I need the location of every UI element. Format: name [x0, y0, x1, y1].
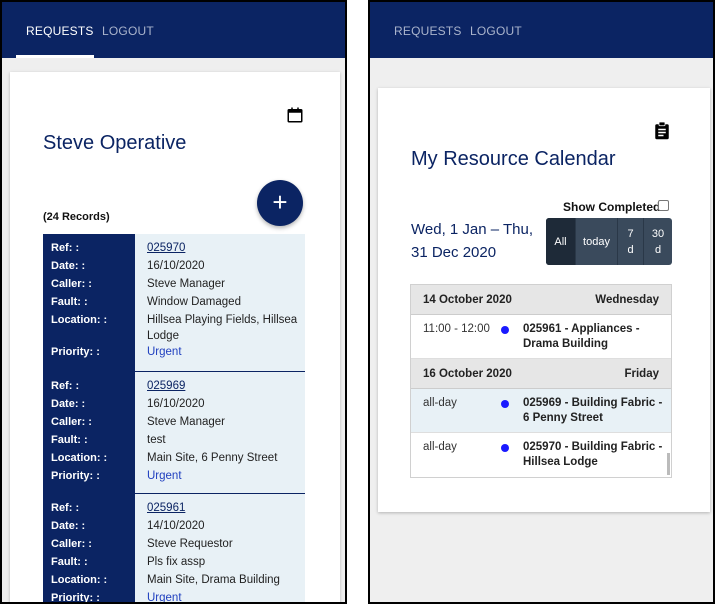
show-completed-label: Show Completed [563, 200, 661, 214]
calendar-event[interactable]: all-day 025970 - Building Fabric - Hills… [411, 433, 671, 477]
fault-label: Fault: : [51, 434, 88, 446]
day-header: 16 October 2020 Friday [411, 359, 671, 389]
fault-value: test [147, 434, 166, 446]
event-time: all-day [423, 441, 457, 453]
date-value: 16/10/2020 [147, 260, 205, 272]
ref-label: Ref: : [51, 242, 80, 254]
location-value: Hillsea Playing Fields, Hillsea Lodge [147, 314, 298, 342]
location-label: Location: : [51, 574, 108, 586]
ref-link[interactable]: 025970 [147, 242, 185, 254]
fault-value: Window Damaged [147, 296, 241, 308]
calendar-list: 14 October 2020 Wednesday 11:00 - 12:00 … [410, 284, 672, 478]
scrollbar[interactable] [667, 453, 670, 475]
caller-value: Steve Manager [147, 278, 225, 290]
requests-screen: REQUESTS LOGOUT Steve Operative + (24 Re… [0, 0, 347, 604]
caller-label: Caller: : [51, 538, 92, 550]
page-title: My Resource Calendar [411, 148, 616, 170]
location-value: Main Site, Drama Building [147, 574, 280, 586]
location-label: Location: : [51, 314, 108, 326]
request-record: Ref: : Date: : Caller: : Fault: : Locati… [43, 234, 305, 372]
view-selector: All today 7 d 30 d [546, 218, 672, 265]
day-date: 16 October 2020 [423, 367, 512, 380]
ref-label: Ref: : [51, 502, 80, 514]
calendar-icon[interactable] [286, 106, 304, 129]
add-request-button[interactable]: + [257, 180, 303, 226]
event-time: 11:00 - 12:00 [423, 323, 490, 335]
view-today-button[interactable]: today [576, 218, 618, 265]
event-title: 025970 - Building Fabric - Hillsea Lodge [523, 441, 663, 468]
priority-value: Urgent [147, 470, 182, 482]
tab-requests[interactable]: REQUESTS [26, 2, 94, 58]
tab-requests[interactable]: REQUESTS [394, 2, 462, 58]
date-value: 14/10/2020 [147, 520, 205, 532]
event-title: 025961 - Appliances - Drama Building [523, 323, 640, 350]
records-count: (24 Records) [43, 211, 110, 223]
top-nav-bar: REQUESTS LOGOUT [370, 2, 713, 58]
ref-link[interactable]: 025961 [147, 502, 185, 514]
caller-label: Caller: : [51, 278, 92, 290]
priority-label: Priority: : [51, 592, 100, 604]
request-record: Ref: : Date: : Caller: : Fault: : Locati… [43, 494, 305, 604]
event-title: 025969 - Building Fabric - 6 Penny Stree… [523, 397, 663, 424]
day-weekday: Friday [624, 367, 659, 380]
view-7d-button[interactable]: 7 d [618, 218, 644, 265]
active-tab-indicator [16, 55, 94, 58]
location-value: Main Site, 6 Penny Street [147, 452, 278, 464]
event-dot-icon [501, 389, 523, 432]
plus-icon: + [272, 187, 288, 217]
view-all-button[interactable]: All [546, 218, 576, 265]
show-completed-checkbox[interactable] [658, 200, 669, 211]
priority-value: Urgent [147, 346, 182, 358]
ref-label: Ref: : [51, 380, 80, 392]
priority-label: Priority: : [51, 346, 100, 358]
date-label: Date: : [51, 520, 86, 532]
date-value: 16/10/2020 [147, 398, 205, 410]
day-weekday: Wednesday [595, 293, 659, 306]
top-nav-bar: REQUESTS LOGOUT [2, 2, 345, 58]
day-header: 14 October 2020 Wednesday [411, 285, 671, 315]
clipboard-icon[interactable] [654, 121, 670, 145]
calendar-event[interactable]: all-day 025969 - Building Fabric - 6 Pen… [411, 389, 671, 433]
date-range: Wed, 1 Jan – Thu, 31 Dec 2020 [411, 221, 534, 261]
caller-value: Steve Requestor [147, 538, 233, 550]
calendar-event[interactable]: 11:00 - 12:00 025961 - Appliances - Dram… [411, 315, 671, 359]
ref-link[interactable]: 025969 [147, 380, 185, 392]
priority-label: Priority: : [51, 470, 100, 482]
calendar-screen: REQUESTS LOGOUT My Resource Calendar Sho… [368, 0, 715, 604]
date-label: Date: : [51, 398, 86, 410]
caller-value: Steve Manager [147, 416, 225, 428]
requests-card: Steve Operative + (24 Records) Ref: : Da… [10, 72, 340, 604]
request-record: Ref: : Date: : Caller: : Fault: : Locati… [43, 372, 305, 494]
fault-label: Fault: : [51, 556, 88, 568]
tab-logout[interactable]: LOGOUT [102, 2, 154, 58]
fault-value: Pls fix assp [147, 556, 206, 568]
location-label: Location: : [51, 452, 108, 464]
date-label: Date: : [51, 260, 86, 272]
caller-label: Caller: : [51, 416, 92, 428]
view-30d-button[interactable]: 30 d [644, 218, 672, 265]
priority-value: Urgent [147, 592, 182, 604]
page-title: Steve Operative [43, 132, 187, 154]
day-date: 14 October 2020 [423, 293, 512, 306]
event-dot-icon [501, 315, 523, 358]
event-dot-icon [501, 433, 523, 477]
fault-label: Fault: : [51, 296, 88, 308]
event-time: all-day [423, 397, 457, 409]
tab-logout[interactable]: LOGOUT [470, 2, 522, 58]
resource-calendar-card: My Resource Calendar Show Completed Wed,… [378, 88, 710, 512]
